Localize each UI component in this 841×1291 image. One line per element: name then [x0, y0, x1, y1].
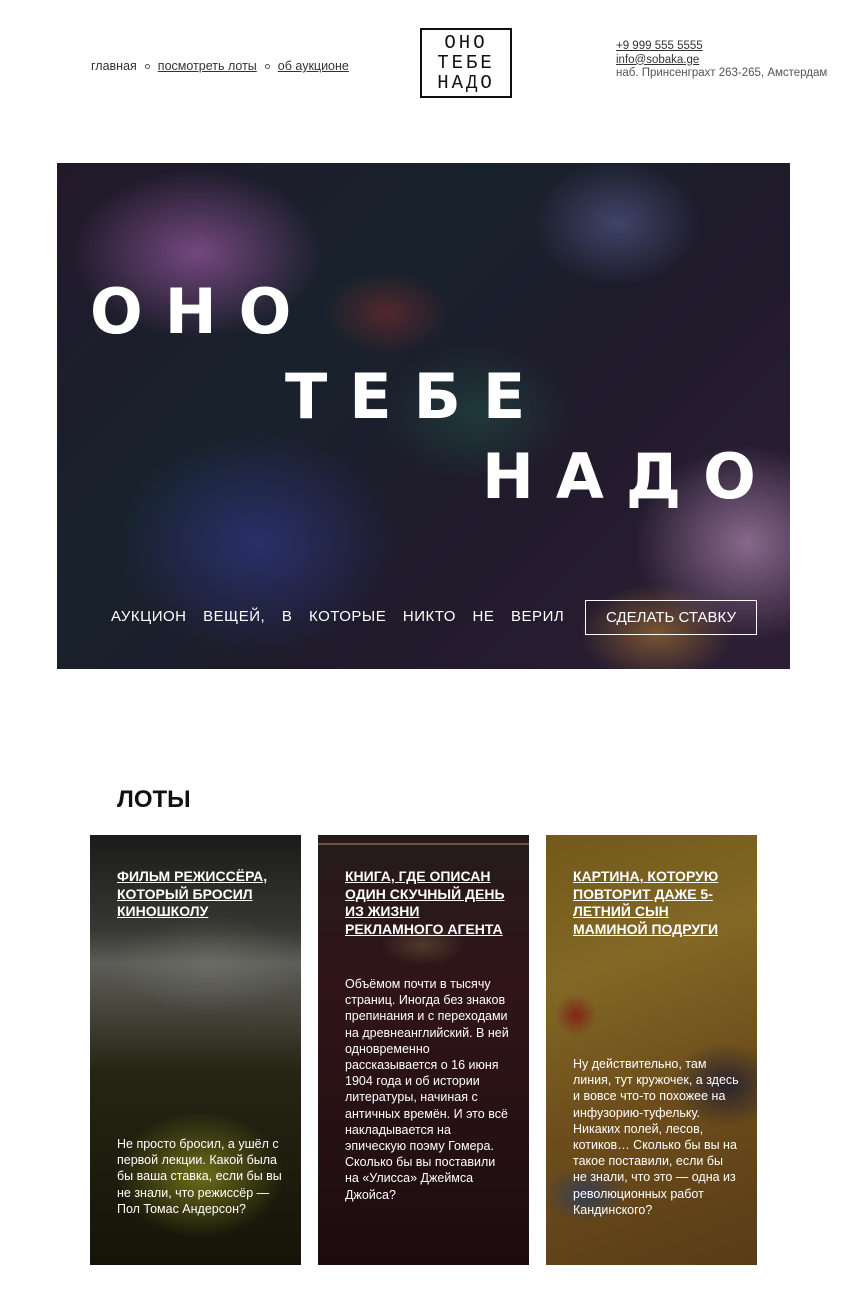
logo-line: НАДО [437, 72, 495, 94]
lot-description: Объёмом почти в тысячу страниц. Иногда б… [345, 977, 509, 1202]
lot-title-link[interactable]: КАРТИНА, КОТОРУЮ ПОВТОРИТ ДАЖЕ 5-ЛЕТНИЙ … [573, 868, 743, 938]
hero-banner: ОНО ТЕБЕ НАДО АУКЦИОН ВЕЩЕЙ, В КОТОРЫЕ Н… [57, 163, 790, 669]
hero-subtitle: АУКЦИОН ВЕЩЕЙ, В КОТОРЫЕ НИКТО НЕ ВЕРИЛ [111, 608, 565, 625]
lots-title: ЛОТЫ [117, 786, 191, 813]
phone-link[interactable]: +9 999 555 5555 [616, 40, 827, 54]
hero-word-3: НАДО [482, 440, 778, 513]
nav-separator [264, 63, 270, 69]
nav-home-link[interactable]: главная [91, 59, 137, 73]
lot-card-film[interactable]: ФИЛЬМ РЕЖИССЁРА, КОТОРЫЙ БРОСИЛ КИНОШКОЛ… [90, 835, 301, 1265]
hero-word-2: ТЕБЕ [285, 360, 548, 433]
address: наб. Принсенграхт 263-265, Амстердам [616, 67, 828, 79]
lot-title-link[interactable]: КНИГА, ГДЕ ОПИСАН ОДИН СКУЧНЫЙ ДЕНЬ ИЗ Ж… [345, 868, 515, 938]
lot-card-painting[interactable]: КАРТИНА, КОТОРУЮ ПОВТОРИТ ДАЖЕ 5-ЛЕТНИЙ … [546, 835, 757, 1265]
contacts: +9 999 555 5555 info@sobaka.ge наб. Прин… [616, 40, 827, 81]
nav-lots-link[interactable]: посмотреть лоты [158, 59, 257, 73]
email-link[interactable]: info@sobaka.ge [616, 54, 827, 68]
place-bid-button[interactable]: СДЕЛАТЬ СТАВКУ [585, 600, 757, 635]
lot-description: Не просто бросил, а ушёл с первой лекции… [117, 1137, 282, 1216]
nav-separator [144, 63, 150, 69]
main-nav: главная посмотреть лоты об аукционе [91, 59, 349, 73]
lot-card-book[interactable]: КНИГА, ГДЕ ОПИСАН ОДИН СКУЧНЫЙ ДЕНЬ ИЗ Ж… [318, 835, 529, 1265]
site-logo[interactable]: ОНО ТЕБЕ НАДО [420, 28, 512, 98]
hero-word-1: ОНО [90, 275, 314, 348]
nav-about-link[interactable]: об аукционе [278, 59, 349, 73]
logo-line: ОНО [444, 32, 488, 54]
logo-line: ТЕБЕ [437, 52, 495, 74]
lot-description: Ну действительно, там линия, тут кружоче… [573, 1057, 739, 1217]
lot-title-link[interactable]: ФИЛЬМ РЕЖИССЁРА, КОТОРЫЙ БРОСИЛ КИНОШКОЛ… [117, 868, 287, 921]
